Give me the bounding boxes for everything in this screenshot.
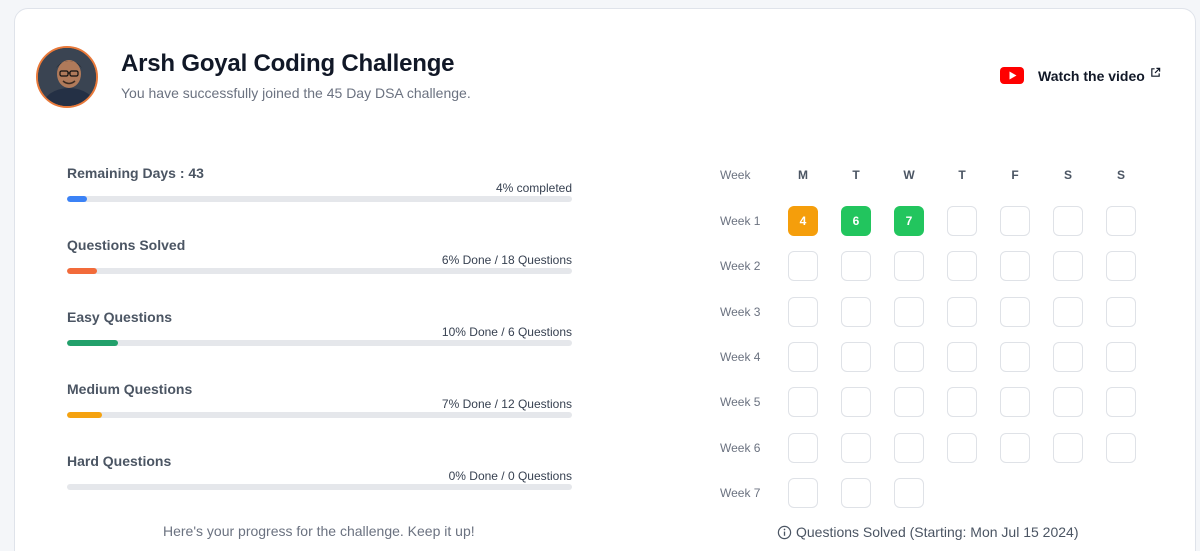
- stat-progress-text: 0% Done / 0 Questions: [448, 469, 572, 483]
- calendar-day-cell[interactable]: [1000, 387, 1030, 417]
- info-icon: [777, 525, 792, 539]
- calendar-day-cell[interactable]: [1106, 342, 1136, 372]
- calendar-footer-text: Questions Solved (Starting: Mon Jul 15 2…: [796, 524, 1079, 540]
- calendar-day-cell[interactable]: [788, 342, 818, 372]
- day-header: T: [958, 168, 966, 182]
- calendar-day-cell[interactable]: [841, 251, 871, 281]
- calendar-day-cell[interactable]: [947, 251, 977, 281]
- stat-label: Remaining Days :: [67, 165, 189, 181]
- calendar-day-cell[interactable]: [894, 251, 924, 281]
- calendar-day-cell[interactable]: [788, 478, 818, 508]
- questions-solved-footer: Questions Solved (Starting: Mon Jul 15 2…: [777, 524, 1079, 540]
- hard-questions-stat: Hard Questions 0% Done / 0 Questions: [67, 453, 572, 513]
- day-header: S: [1063, 168, 1072, 182]
- calendar-day-cell[interactable]: [841, 433, 871, 463]
- watch-video-label: Watch the video: [1038, 68, 1145, 84]
- progress-track: [67, 484, 572, 490]
- week-label: Week 6: [720, 441, 761, 455]
- calendar-day-cell[interactable]: [788, 387, 818, 417]
- day-header: M: [798, 168, 808, 182]
- progress-track: [67, 196, 572, 202]
- calendar-day-cell[interactable]: [1053, 251, 1083, 281]
- calendar-day-cell[interactable]: [1000, 297, 1030, 327]
- calendar-day-cell[interactable]: 4: [788, 206, 818, 236]
- progress-fill: [67, 196, 88, 202]
- calendar-day-cell[interactable]: [841, 478, 871, 508]
- page-title: Arsh Goyal Coding Challenge: [121, 50, 455, 77]
- calendar-day-cell[interactable]: [947, 342, 977, 372]
- week-label: Week 1: [720, 214, 761, 228]
- calendar-day-cell[interactable]: [894, 433, 924, 463]
- calendar-day-cell[interactable]: [1106, 297, 1136, 327]
- stat-label: Medium Questions: [67, 381, 193, 397]
- calendar-day-cell[interactable]: [894, 387, 924, 417]
- calendar-day-cell[interactable]: [788, 297, 818, 327]
- watch-video-link[interactable]: Watch the video: [1000, 66, 1161, 84]
- progress-fill: [67, 340, 118, 346]
- questions-solved-stat: Questions Solved 6% Done / 18 Questions: [67, 237, 572, 297]
- calendar-day-cell[interactable]: [1106, 433, 1136, 463]
- week-column-header: Week: [720, 168, 751, 182]
- stat-progress-text: 7% Done / 12 Questions: [441, 397, 572, 411]
- calendar-day-cell[interactable]: [841, 297, 871, 327]
- stat-progress-text: 4% completed: [495, 181, 572, 195]
- calendar-day-cell[interactable]: [894, 342, 924, 372]
- remaining-days-stat: Remaining Days : 43 4% completed: [67, 165, 572, 225]
- week-label: Week 5: [720, 395, 761, 409]
- progress-track: [67, 340, 572, 346]
- calendar-day-cell[interactable]: [1000, 342, 1030, 372]
- calendar-day-cell[interactable]: [1106, 206, 1136, 236]
- calendar-day-cell[interactable]: [1053, 433, 1083, 463]
- progress-track: [67, 268, 572, 274]
- calendar-day-cell[interactable]: [947, 433, 977, 463]
- calendar-day-cell[interactable]: [841, 342, 871, 372]
- calendar-day-cell[interactable]: [894, 478, 924, 508]
- calendar-day-cell[interactable]: 6: [841, 206, 871, 236]
- week-label: Week 3: [720, 305, 761, 319]
- calendar-day-cell[interactable]: [947, 206, 977, 236]
- calendar-day-cell[interactable]: [1106, 251, 1136, 281]
- calendar-day-cell[interactable]: [1053, 342, 1083, 372]
- progress-track: [67, 412, 572, 418]
- youtube-icon: [1000, 66, 1024, 84]
- day-header: F: [1011, 168, 1019, 182]
- calendar-day-cell[interactable]: [788, 251, 818, 281]
- calendar-day-cell[interactable]: [841, 387, 871, 417]
- stat-label: Hard Questions: [67, 453, 172, 469]
- external-link-icon: [1151, 67, 1161, 77]
- week-label: Week 7: [720, 486, 761, 500]
- progress-message: Here's your progress for the challenge. …: [163, 523, 475, 539]
- calendar-day-cell[interactable]: [947, 297, 977, 327]
- day-header: S: [1116, 168, 1125, 182]
- progress-fill: [67, 268, 98, 274]
- easy-questions-stat: Easy Questions 10% Done / 6 Questions: [67, 309, 572, 369]
- calendar-day-cell[interactable]: [1053, 206, 1083, 236]
- stat-progress-text: 10% Done / 6 Questions: [441, 325, 572, 339]
- calendar-day-cell[interactable]: [1106, 387, 1136, 417]
- calendar-day-cell[interactable]: 7: [894, 206, 924, 236]
- calendar-day-cell[interactable]: [947, 387, 977, 417]
- avatar: [36, 46, 98, 108]
- calendar-day-cell[interactable]: [1000, 433, 1030, 463]
- remaining-days-value: 43: [188, 165, 204, 181]
- day-header: T: [852, 168, 860, 182]
- day-header: W: [903, 168, 915, 182]
- calendar-day-cell[interactable]: [788, 433, 818, 463]
- calendar-day-cell[interactable]: [1053, 387, 1083, 417]
- stat-progress-text: 6% Done / 18 Questions: [441, 253, 572, 267]
- medium-questions-stat: Medium Questions 7% Done / 12 Questions: [67, 381, 572, 441]
- week-label: Week 2: [720, 259, 761, 273]
- week-label: Week 4: [720, 350, 761, 364]
- stat-label: Questions Solved: [67, 237, 186, 253]
- calendar-day-cell[interactable]: [894, 297, 924, 327]
- calendar-day-cell[interactable]: [1000, 206, 1030, 236]
- calendar-day-cell[interactable]: [1000, 251, 1030, 281]
- page-subtitle: You have successfully joined the 45 Day …: [121, 85, 471, 101]
- stat-label: Easy Questions: [67, 309, 173, 325]
- progress-fill: [67, 412, 103, 418]
- calendar-day-cell[interactable]: [1053, 297, 1083, 327]
